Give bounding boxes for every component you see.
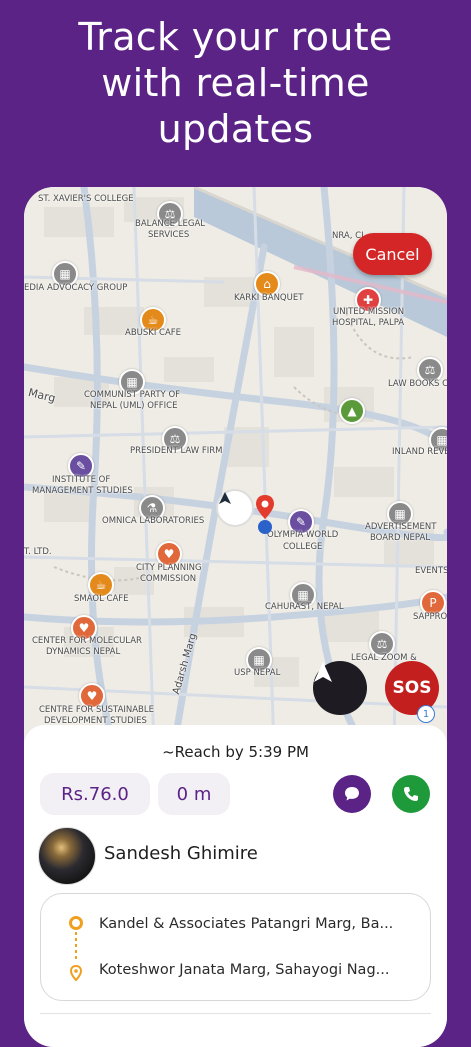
navigation-arrow-icon — [314, 662, 332, 682]
map-label: ST. XAVIER'S COLLEGE — [38, 194, 134, 204]
recenter-button[interactable] — [313, 661, 367, 715]
dropoff-address[interactable]: Koteshwor Janata Marg, Sahayogi Nag... — [99, 962, 389, 978]
map-label: CENTER FOR MOLECULAR — [32, 636, 142, 646]
map-label: SERVICES — [148, 230, 190, 240]
current-location-marker — [216, 489, 254, 527]
call-button[interactable] — [392, 775, 430, 813]
eta-text: ~Reach by 5:39 PM — [162, 743, 309, 761]
map-label: HOSPITAL, PALPA — [332, 318, 405, 328]
pickup-dot-icon — [69, 916, 83, 930]
map-label: T. LTD. — [24, 547, 52, 557]
headline: Track your route with real-time updates — [0, 14, 471, 152]
divider — [40, 1013, 431, 1014]
map-label: CENTRE FOR SUSTAINABLE — [39, 705, 154, 715]
dropoff-pin-icon — [69, 964, 83, 982]
chat-button[interactable] — [333, 775, 371, 813]
map-view[interactable]: ⚖ ▦ ⌂ ✚ ☕ ⚖ ▦ ▲ ⚖ ▦ ✎ ⚗ ✎ ▦ ♥ ☕ ▦ P ♥ ⚖ … — [24, 187, 447, 747]
map-label: SAPPRO — [413, 612, 447, 622]
headline-line-3: updates — [157, 107, 314, 151]
map-label: ABUSKI CAFE — [125, 328, 182, 338]
map-label: INSTITUTE OF — [52, 475, 111, 485]
map-label: UNITED MISSION — [333, 307, 405, 317]
fare-chip: Rs.76.0 — [40, 773, 150, 815]
driver-name: Sandesh Ghimire — [104, 843, 258, 864]
map-label: OLYMPIA WORLD — [267, 530, 339, 540]
phone-icon — [404, 787, 418, 801]
map-label: SMAOL CAFE — [74, 594, 129, 604]
map-label: LAW BOOKS CE — [388, 379, 447, 389]
driver-avatar — [38, 827, 96, 885]
headline-line-1: Track your route — [78, 15, 393, 59]
route-card: Kandel & Associates Patangri Marg, Ba...… — [40, 893, 431, 1001]
route-line — [69, 916, 83, 982]
map-label: CAHURAST, NEPAL — [265, 602, 344, 612]
map-label: BALANCE LEGAL — [135, 219, 206, 229]
map-label: CITY PLANNING — [136, 563, 202, 573]
destination-pin-icon[interactable] — [256, 495, 274, 535]
map-label: BOARD NEPAL — [370, 533, 431, 543]
navigation-arrow-icon — [219, 492, 231, 504]
map-label: EDIA ADVOCACY GROUP — [24, 283, 128, 293]
map-info-badge[interactable]: 1 — [417, 705, 435, 723]
map-label: OMNICA LABORATORIES — [102, 516, 205, 526]
chat-bubble-icon — [345, 787, 359, 801]
map-label: COLLEGE — [283, 542, 323, 552]
cancel-button[interactable]: Cancel — [353, 233, 432, 275]
map-label: COMMUNIST PARTY OF — [84, 390, 181, 400]
map-label: EVENTS — [415, 566, 447, 576]
map-label: COMMISSION — [140, 574, 197, 584]
map-label: PRESIDENT LAW FIRM — [130, 446, 223, 456]
headline-line-2: with real-time — [101, 61, 370, 105]
map-label: KARKI BANQUET — [234, 293, 304, 303]
map-label: DYNAMICS NEPAL — [46, 647, 121, 657]
phone-screen: ⚖ ▦ ⌂ ✚ ☕ ⚖ ▦ ▲ ⚖ ▦ ✎ ⚗ ✎ ▦ ♥ ☕ ▦ P ♥ ⚖ … — [24, 187, 447, 1047]
map-label: MANAGEMENT STUDIES — [32, 486, 133, 496]
map-label: INLAND REVEN — [392, 447, 447, 457]
pickup-address[interactable]: Kandel & Associates Patangri Marg, Ba... — [99, 916, 393, 932]
park-icon[interactable]: ▲ — [339, 398, 365, 424]
distance-chip: 0 m — [158, 773, 230, 815]
map-label: USP NEPAL — [234, 668, 281, 678]
map-label: ADVERTISEMENT — [365, 522, 437, 532]
trip-sheet: ~Reach by 5:39 PM Rs.76.0 0 m Sandesh Gh… — [24, 725, 447, 1047]
map-label: NEPAL (UML) OFFICE — [90, 401, 178, 411]
